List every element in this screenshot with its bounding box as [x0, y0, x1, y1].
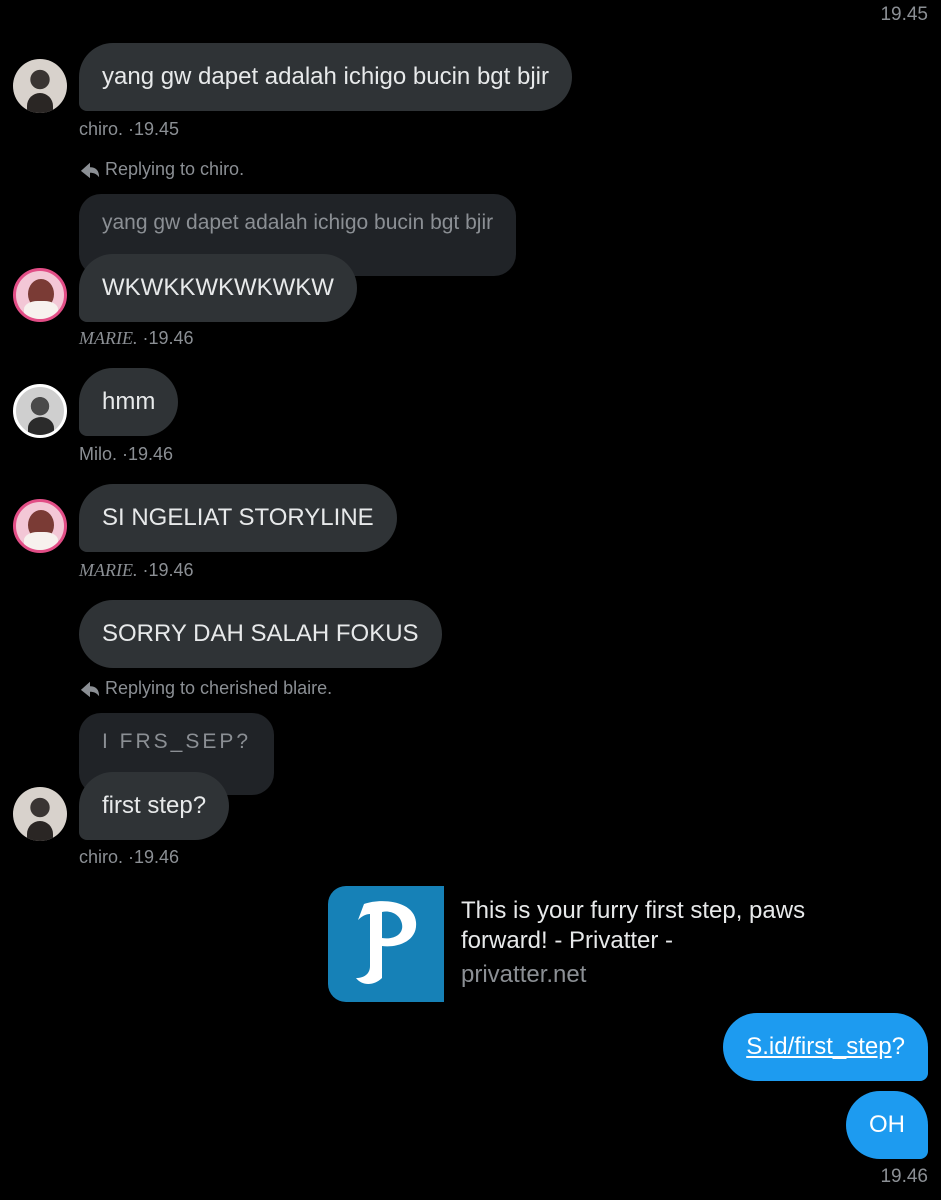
message-time: ·19.46	[122, 444, 174, 464]
top-timestamp: 19.45	[880, 4, 928, 25]
message-meta: chiro. ·19.45	[79, 119, 179, 140]
reply-label: Replying to chiro.	[105, 159, 245, 179]
message-time: ·19.46	[128, 847, 180, 867]
reply-indicator: Replying to cherished blaire.	[79, 678, 332, 699]
sender-name[interactable]: chiro.	[79, 847, 123, 867]
sender-name[interactable]: MARIE.	[79, 560, 137, 580]
avatar[interactable]	[13, 268, 67, 322]
message-bubble[interactable]: yang gw dapet adalah ichigo bucin bgt bj…	[79, 43, 572, 111]
avatar[interactable]	[13, 787, 67, 841]
message-link[interactable]: S.id/first_step	[746, 1033, 891, 1061]
own-message-bubble[interactable]: S.id/first_step?	[723, 1013, 928, 1081]
message-meta: MARIE. ·19.46	[79, 560, 194, 581]
message-time: ·19.46	[142, 328, 194, 348]
reply-label: Replying to cherished blaire.	[105, 678, 333, 698]
sender-name[interactable]: Milo.	[79, 444, 117, 464]
sender-name[interactable]: MARIE.	[79, 328, 137, 348]
reply-indicator: Replying to chiro.	[79, 159, 244, 180]
reply-arrow-icon	[80, 681, 100, 697]
message-bubble[interactable]: SORRY DAH SALAH FOKUS	[79, 600, 442, 668]
message-bubble[interactable]: WKWKKWKWKWKW	[79, 254, 357, 322]
link-card-title[interactable]: This is your furry first step, paws forw…	[461, 896, 861, 956]
avatar[interactable]	[13, 499, 67, 553]
message-meta: Milo. ·19.46	[79, 444, 173, 465]
own-message-bubble[interactable]: OH	[846, 1091, 928, 1159]
message-bubble[interactable]: SI NGELIAT STORYLINE	[79, 484, 397, 552]
link-card-thumbnail[interactable]	[328, 886, 444, 1002]
link-card-domain: privatter.net	[461, 961, 587, 988]
avatar[interactable]	[13, 384, 67, 438]
message-bubble[interactable]: hmm	[79, 368, 179, 436]
message-bubble[interactable]: first step?	[79, 772, 230, 840]
message-time: 19.46	[880, 1166, 928, 1187]
sender-name[interactable]: chiro.	[79, 119, 123, 139]
avatar[interactable]	[13, 59, 67, 113]
reply-arrow-icon	[80, 162, 100, 178]
message-meta: chiro. ·19.46	[79, 847, 179, 868]
message-time: ·19.46	[142, 560, 194, 580]
message-time: ·19.45	[128, 119, 180, 139]
privatter-logo-icon	[356, 901, 417, 984]
message-meta: MARIE. ·19.46	[79, 328, 194, 349]
message-text: ?	[891, 1033, 905, 1060]
